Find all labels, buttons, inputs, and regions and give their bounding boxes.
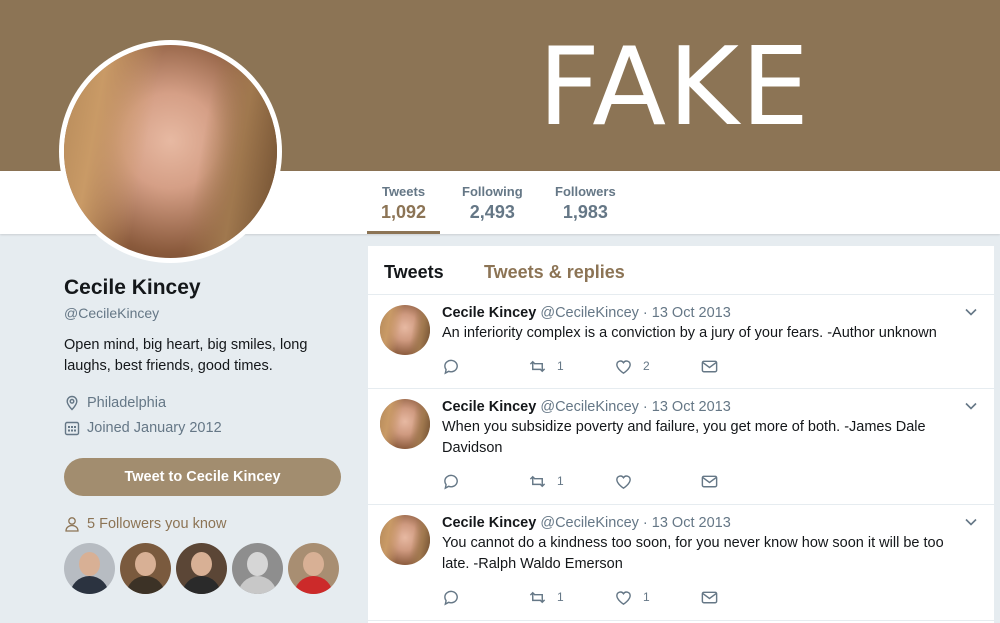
follower-avatar[interactable] bbox=[64, 543, 115, 594]
retweet-button[interactable]: 1 bbox=[528, 472, 614, 491]
profile-bio: Open mind, big heart, big smiles, long l… bbox=[64, 337, 308, 374]
nav-tweets-label: Tweets bbox=[381, 184, 426, 199]
tweet-avatar[interactable] bbox=[380, 305, 430, 355]
like-count: 2 bbox=[643, 359, 650, 373]
nav-tweets-value: 1,092 bbox=[381, 202, 427, 222]
like-button[interactable] bbox=[614, 472, 700, 491]
heart-icon bbox=[616, 590, 631, 605]
follower-avatar[interactable] bbox=[176, 543, 227, 594]
follower-avatar[interactable] bbox=[120, 543, 171, 594]
tab-tweets-and-replies[interactable]: Tweets & replies bbox=[484, 262, 625, 283]
person-icon bbox=[65, 517, 79, 532]
envelope-icon bbox=[701, 591, 718, 603]
profile-avatar[interactable] bbox=[59, 40, 282, 263]
tweet-text: An inferiority complex is a conviction b… bbox=[442, 325, 937, 341]
profile-avatar-image bbox=[64, 45, 277, 258]
chevron-down-icon[interactable] bbox=[964, 515, 978, 532]
nav-tweets-stat[interactable]: Tweets 1,092 bbox=[367, 184, 441, 234]
tweet-text: When you subsidize poverty and failure, … bbox=[442, 419, 926, 456]
like-button[interactable]: 1 bbox=[614, 588, 700, 607]
followers-you-know-avatars bbox=[64, 543, 344, 594]
reply-icon bbox=[444, 359, 458, 375]
retweet-button[interactable]: 1 bbox=[528, 588, 614, 607]
like-button[interactable]: 2 bbox=[614, 357, 700, 376]
tweet-date[interactable]: · 13 Oct 2013 bbox=[643, 515, 731, 531]
tweet-date[interactable]: · 13 Oct 2013 bbox=[643, 305, 731, 321]
nav-following-value: 2,493 bbox=[469, 202, 515, 222]
tweet-author-handle[interactable]: @CecileKincey bbox=[540, 305, 639, 321]
nav-followers-value: 1,983 bbox=[562, 202, 608, 222]
profile-location: Philadelphia bbox=[64, 395, 344, 411]
followers-you-know[interactable]: 5 Followers you know bbox=[64, 516, 226, 532]
followers-you-know-text: 5 Followers you know bbox=[87, 516, 227, 532]
nav-followers-stat[interactable]: Followers 1,983 bbox=[555, 184, 616, 223]
direct-message-button[interactable] bbox=[700, 357, 786, 376]
tweet[interactable]: Cecile Kincey @CecileKincey · 13 Oct 201… bbox=[368, 389, 994, 505]
tweet-to-button[interactable]: Tweet to Cecile Kincey bbox=[64, 458, 341, 496]
heart-icon bbox=[616, 474, 631, 489]
timeline: Tweets Tweets & replies Cecile Kincey @C… bbox=[368, 246, 994, 623]
reply-icon bbox=[444, 474, 458, 490]
profile-name[interactable]: Cecile Kincey bbox=[64, 276, 344, 300]
tweet-author-handle[interactable]: @CecileKincey bbox=[540, 399, 639, 415]
reply-icon bbox=[444, 590, 458, 606]
tweet-avatar[interactable] bbox=[380, 515, 430, 565]
timeline-tabs: Tweets Tweets & replies bbox=[368, 246, 994, 295]
tweet[interactable]: Cecile Kincey @CecileKincey · 13 Oct 201… bbox=[368, 505, 994, 621]
envelope-icon bbox=[701, 475, 718, 487]
tweet-author-name[interactable]: Cecile Kincey bbox=[442, 515, 536, 531]
retweet-count: 1 bbox=[557, 474, 564, 488]
profile-location-text: Philadelphia bbox=[87, 395, 167, 411]
profile-handle[interactable]: @CecileKincey bbox=[64, 305, 344, 321]
chevron-down-icon[interactable] bbox=[964, 305, 978, 322]
retweet-count: 1 bbox=[557, 590, 564, 604]
tweet-author-name[interactable]: Cecile Kincey bbox=[442, 305, 536, 321]
profile-joined: Joined January 2012 bbox=[64, 420, 344, 436]
follower-avatar[interactable] bbox=[288, 543, 339, 594]
banner-text: FAKE bbox=[538, 25, 812, 150]
tweet-avatar[interactable] bbox=[380, 399, 430, 449]
tweet-text: You cannot do a kindness too soon, for y… bbox=[442, 535, 944, 572]
calendar-icon bbox=[64, 421, 80, 436]
direct-message-button[interactable] bbox=[700, 472, 786, 491]
tweet[interactable]: Cecile Kincey @CecileKincey · 13 Oct 201… bbox=[368, 295, 994, 389]
retweet-icon bbox=[529, 475, 546, 487]
nav-followers-label: Followers bbox=[555, 184, 616, 199]
profile-card: Cecile Kincey @CecileKincey Open mind, b… bbox=[64, 276, 344, 436]
profile-joined-text: Joined January 2012 bbox=[87, 420, 222, 436]
retweet-button[interactable]: 1 bbox=[528, 357, 614, 376]
tab-tweets[interactable]: Tweets bbox=[384, 262, 444, 283]
tweet-date[interactable]: · 13 Oct 2013 bbox=[643, 399, 731, 415]
heart-icon bbox=[616, 359, 631, 374]
direct-message-button[interactable] bbox=[700, 588, 786, 607]
tweet-author-handle[interactable]: @CecileKincey bbox=[540, 515, 639, 531]
location-pin-icon bbox=[66, 395, 78, 411]
nav-following-label: Following bbox=[462, 184, 523, 199]
envelope-icon bbox=[701, 360, 718, 372]
like-count: 1 bbox=[643, 590, 650, 604]
reply-button[interactable] bbox=[442, 472, 528, 491]
tweet-author-name[interactable]: Cecile Kincey bbox=[442, 399, 536, 415]
retweet-count: 1 bbox=[557, 359, 564, 373]
chevron-down-icon[interactable] bbox=[964, 399, 978, 416]
retweet-icon bbox=[529, 360, 546, 372]
retweet-icon bbox=[529, 591, 546, 603]
reply-button[interactable] bbox=[442, 588, 528, 607]
reply-button[interactable] bbox=[442, 357, 528, 376]
nav-following-stat[interactable]: Following 2,493 bbox=[462, 184, 523, 223]
follower-avatar[interactable] bbox=[232, 543, 283, 594]
